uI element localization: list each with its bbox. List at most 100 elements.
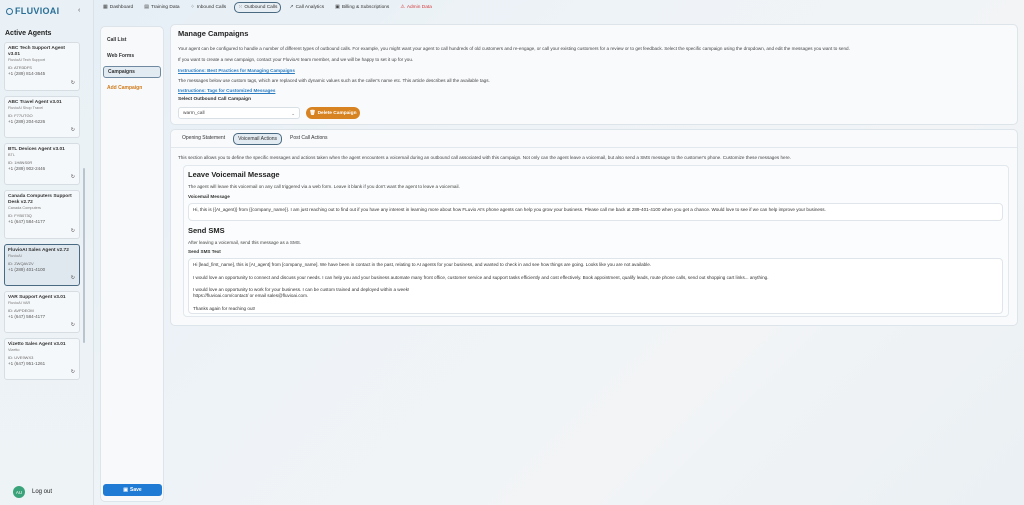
sms-text-line: Thanks again for reaching out! bbox=[193, 306, 256, 312]
agent-card[interactable]: ABC Tech Support Agent v3.01 FluvioAI Tec… bbox=[4, 42, 80, 91]
voicemail-message-label: Voicemail Message bbox=[188, 194, 230, 199]
agent-card[interactable]: FluvioAI Sales Agent v2.72 FluvioAI ID: ZW… bbox=[4, 244, 80, 286]
nav-label: Admin Data bbox=[406, 4, 432, 10]
refresh-icon[interactable]: ↻ bbox=[71, 322, 75, 328]
agent-company: FluvioAI Tech Support bbox=[8, 58, 46, 62]
agent-company: FluvioAI Shop Travel bbox=[8, 106, 44, 110]
agent-list: ABC Tech Support Agent v3.01 FluvioAI Tec… bbox=[4, 42, 80, 385]
sms-text-input[interactable]: Hi [lead_first_name], this is [AI_agent]… bbox=[188, 258, 1003, 314]
analytics-icon: ↗ bbox=[289, 4, 294, 10]
refresh-icon[interactable]: ↻ bbox=[71, 275, 75, 281]
nav-dashboard[interactable]: ▦ Dashboard bbox=[100, 3, 136, 12]
tags-instructions-link[interactable]: Instructions: Tags for Customized Messag… bbox=[178, 88, 275, 93]
nav-admin-data[interactable]: ⚠ Admin Data bbox=[397, 3, 435, 12]
nav-label: Call Analytics bbox=[295, 4, 325, 10]
refresh-icon[interactable]: ↻ bbox=[71, 369, 75, 375]
save-button-label: Save bbox=[130, 487, 142, 493]
nav-outbound-calls[interactable]: ⁙ Outbound Calls bbox=[234, 1, 282, 13]
tab-voicemail-actions[interactable]: Voicemail Actions bbox=[233, 133, 283, 145]
outbound-icon: ⁙ bbox=[238, 4, 243, 10]
nav-billing-subscriptions[interactable]: ▣ Billing & Subscriptions bbox=[332, 3, 392, 12]
sidebar: FLUVIOAI ‹ Active Agents ABC Tech Suppor… bbox=[0, 0, 94, 505]
agent-phone: +1 (289) 401-4100 bbox=[8, 267, 46, 272]
nav-label: Inbound Calls bbox=[196, 4, 227, 10]
delete-campaign-button[interactable]: 🗑 Delete Campaign bbox=[306, 107, 360, 119]
agent-phone: +1 (289) 204-6226 bbox=[8, 119, 46, 124]
agent-card[interactable]: ABC Travel Agent v3.01 FluvioAI Shop Trav… bbox=[4, 96, 80, 138]
leave-voicemail-title: Leave Voicemail Message bbox=[188, 170, 280, 179]
agent-card[interactable]: BTL Devices Agent v3.01 BTL ID: 1H8NS0R +1 … bbox=[4, 143, 80, 185]
brand-name: FLUVIOAI bbox=[15, 6, 60, 16]
nav-label: Training Data bbox=[150, 4, 180, 10]
subnav-item-campaigns[interactable]: Campaigns bbox=[103, 66, 161, 78]
database-icon: ▤ bbox=[144, 4, 149, 10]
agent-card[interactable]: Canada Computers Support Desk v2.72 Canad… bbox=[4, 190, 80, 239]
campaign-select[interactable]: warm_call ⌄ bbox=[178, 107, 300, 119]
agent-list-scrollbar[interactable] bbox=[83, 168, 85, 343]
voicemail-message-text: Hi, this is {{AI_agent}} from {{company_… bbox=[193, 207, 826, 212]
nav-call-analytics[interactable]: ↗ Call Analytics bbox=[286, 3, 327, 12]
subnav-item-add-campaign[interactable]: Add Campaign bbox=[103, 82, 161, 94]
agent-company: FluvioAI bbox=[8, 254, 22, 258]
nav-inbound-calls[interactable]: ⁘ Inbound Calls bbox=[188, 3, 230, 12]
refresh-icon[interactable]: ↻ bbox=[71, 228, 75, 234]
top-navigation: ▦ Dashboard ▤ Training Data ⁘ Inbound Calls ⁙ O… bbox=[100, 1, 438, 13]
best-practices-link[interactable]: Instructions: Best Practices for Managin… bbox=[178, 68, 295, 73]
refresh-icon[interactable]: ↻ bbox=[71, 127, 75, 133]
send-sms-description: After leaving a voicemail, send this mes… bbox=[188, 240, 302, 245]
refresh-icon[interactable]: ↻ bbox=[71, 80, 75, 86]
agent-phone: +1 (289) 902-2446 bbox=[8, 166, 46, 171]
voicemail-card: Leave Voicemail Message The agent will l… bbox=[183, 165, 1009, 317]
tabs-divider bbox=[171, 147, 1017, 148]
send-sms-title: Send SMS bbox=[188, 226, 225, 235]
leave-voicemail-description: The agent will leave this voicemail on a… bbox=[188, 184, 460, 189]
admin-icon: ⚠ bbox=[400, 4, 405, 10]
save-button[interactable]: ▣ Save bbox=[103, 484, 162, 496]
manage-campaigns-panel: Manage Campaigns Your agent can be confi… bbox=[170, 24, 1018, 125]
grid-icon: ▦ bbox=[103, 4, 108, 10]
save-icon: ▣ bbox=[123, 487, 129, 493]
refresh-icon[interactable]: ↻ bbox=[71, 174, 75, 180]
nav-training-data[interactable]: ▤ Training Data bbox=[141, 3, 182, 12]
logout-label: Log out bbox=[32, 489, 53, 495]
agent-company: Vizetto bbox=[8, 348, 20, 352]
campaigns-description: Your agent can be configured to handle a… bbox=[178, 46, 850, 51]
avatar: AU bbox=[13, 486, 25, 498]
tab-post-call-actions[interactable]: Post Call Actions bbox=[286, 133, 332, 145]
agent-company: Canada Computers bbox=[8, 206, 41, 210]
collapse-sidebar-icon[interactable]: ‹ bbox=[78, 7, 80, 14]
nav-label: Outbound Calls bbox=[244, 4, 278, 10]
agent-company: FluvioAI VAR bbox=[8, 301, 31, 305]
billing-icon: ▣ bbox=[335, 4, 340, 10]
outbound-subnav: Call List Web Forms Campaigns Add Campai… bbox=[100, 26, 164, 502]
subnav-item-call-list[interactable]: Call List bbox=[103, 34, 161, 46]
agent-name: Canada Computers Support Desk v2.72 bbox=[8, 194, 72, 205]
logout-button[interactable]: AU Log out bbox=[13, 486, 52, 498]
agent-phone: +1 (647) 584-4177 bbox=[8, 219, 46, 224]
agent-phone: +1 (647) 584-4177 bbox=[8, 314, 46, 319]
campaigns-contact-note: If you want to create a new campaign, co… bbox=[178, 57, 414, 62]
brand-logo: FLUVIOAI bbox=[6, 6, 59, 16]
voicemail-intro: This section allows you to define the sp… bbox=[178, 155, 791, 160]
subnav-item-web-forms[interactable]: Web Forms bbox=[103, 50, 161, 62]
custom-tags-description: The messages below use custom tags, whic… bbox=[178, 78, 490, 83]
logo-icon bbox=[6, 7, 13, 15]
campaign-select-value: warm_call bbox=[183, 110, 205, 116]
campaign-select-label: Select Outbound Call Campaign bbox=[178, 97, 252, 102]
voicemail-message-input[interactable]: Hi, this is {{AI_agent}} from {{company_… bbox=[188, 203, 1003, 221]
agent-company: BTL bbox=[8, 153, 15, 157]
inbound-icon: ⁘ bbox=[190, 4, 195, 10]
trash-icon: 🗑 bbox=[309, 110, 316, 116]
agent-phone: +1 (647) 951-1261 bbox=[8, 361, 46, 366]
nav-label: Dashboard bbox=[109, 4, 134, 10]
delete-campaign-label: Delete Campaign bbox=[317, 110, 357, 116]
agent-name: ABC Tech Support Agent v3.01 bbox=[8, 46, 66, 57]
campaign-tabs: Opening Statement Voicemail Actions Post… bbox=[178, 133, 332, 145]
agent-phone: +1 (289) 814-3645 bbox=[8, 71, 46, 76]
agent-card[interactable]: VAR Support Agent v3.01 FluvioAI VAR ID: A… bbox=[4, 291, 80, 333]
sms-text-label: Send SMS Text bbox=[188, 249, 221, 254]
chevron-down-icon: ⌄ bbox=[291, 111, 295, 116]
nav-label: Billing & Subscriptions bbox=[341, 4, 390, 10]
tab-opening-statement[interactable]: Opening Statement bbox=[178, 133, 229, 145]
agent-card[interactable]: Vizetto Sales Agent v3.01 Vizetto ID: UVE9… bbox=[4, 338, 80, 380]
